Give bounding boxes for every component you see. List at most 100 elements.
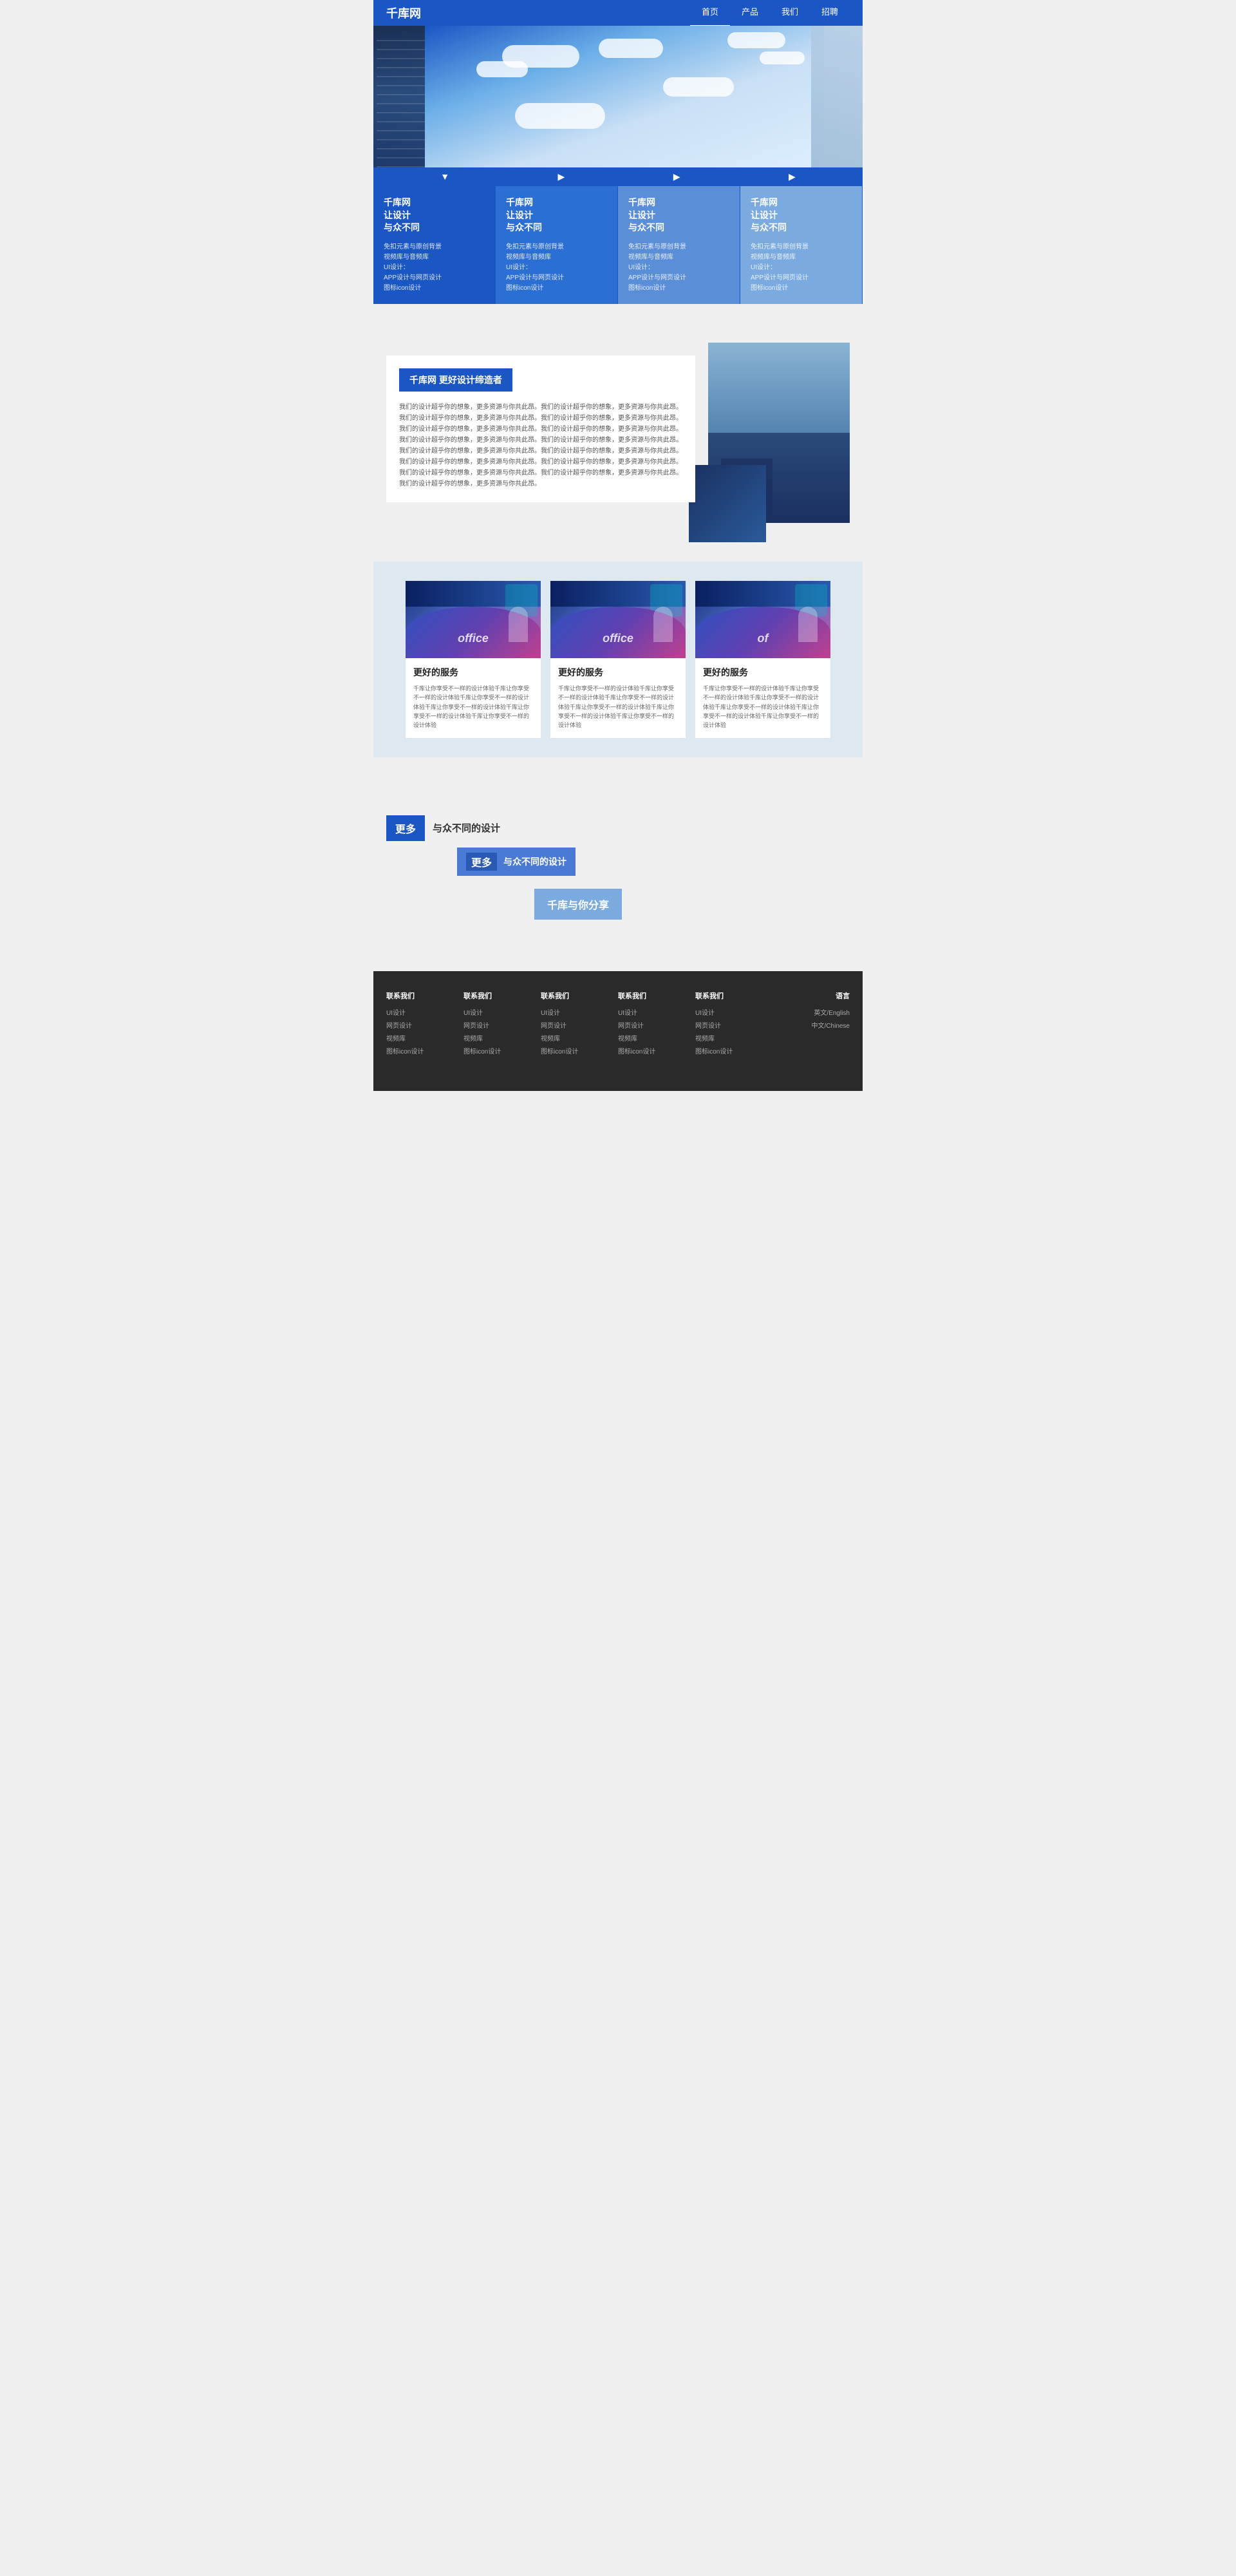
footer-col-4: 联系我们 UI设计 网页设计 视频库 图标icon设计 (618, 990, 695, 1059)
services-grid: office 更好的服务 千库让你享受不一样的设计体验千库让你享受不一样的设计体… (386, 581, 850, 738)
more-row-3-wrapper: 千库与你分享 (457, 889, 850, 920)
service-card-3: of 更好的服务 千库让你享受不一样的设计体验千库让你享受不一样的设计体验千库让… (695, 581, 830, 738)
service-card-2-image: office (550, 581, 686, 658)
arrow-4: ▶ (789, 171, 796, 182)
about-text-area: 千库网 更好设计缔造者 我们的设计超乎你的想象，更多资源与你共此昂。我们的设计超… (386, 355, 695, 502)
feature-card-2-title: 千库网 让设计 与众不同 (506, 196, 607, 234)
arrow-1: ▼ (440, 171, 449, 182)
footer-col-2-item-2: 网页设计 (464, 1020, 541, 1033)
service-card-1-title: 更好的服务 (413, 666, 533, 679)
footer-col-3-title: 联系我们 (541, 990, 618, 1001)
footer-col-4-title: 联系我们 (618, 990, 695, 1001)
more-row-1: 更多 与众不同的设计 (386, 815, 850, 841)
footer-col-5-item-3: 视频库 (695, 1033, 772, 1046)
footer-col-3-item-3: 视频库 (541, 1033, 618, 1046)
footer-col-1-item-2: 网页设计 (386, 1020, 464, 1033)
more-row-1-label: 更多 (386, 815, 425, 841)
feature-card-3-title: 千库网 让设计 与众不同 (628, 196, 729, 234)
about-image-corner (689, 465, 766, 542)
hero-cloud-7 (515, 103, 605, 129)
navbar: 千库网 首页 产品 我们 招聘 (373, 0, 863, 26)
feature-card-4-desc: 免扣元素与原创背景 视频库与音频库 UI设计： APP设计与网页设计 图标ico… (751, 242, 852, 294)
hero-cloud-3 (599, 39, 663, 58)
nav-links: 首页 产品 我们 招聘 (690, 0, 850, 27)
feature-card-1-desc: 免扣元素与原创背景 视频库与音频库 UI设计： APP设计与网页设计 图标ico… (384, 242, 485, 294)
spacer-1 (373, 304, 863, 330)
feature-card-1-title: 千库网 让设计 与众不同 (384, 196, 485, 234)
footer-col-3-item-2: 网页设计 (541, 1020, 618, 1033)
feature-card-3-desc: 免扣元素与原创背景 视频库与音频库 UI设计： APP设计与网页设计 图标ico… (628, 242, 729, 294)
footer: 联系我们 UI设计 网页设计 视频库 图标icon设计 联系我们 UI设计 网页… (373, 971, 863, 1091)
service-card-3-body: 更好的服务 千库让你享受不一样的设计体验千库让你享受不一样的设计体验千库让你享受… (695, 658, 830, 738)
feature-card-4: 千库网 让设计 与众不同 免扣元素与原创背景 视频库与音频库 UI设计： APP… (740, 186, 863, 304)
footer-col-2-item-4: 图标icon设计 (464, 1046, 541, 1059)
footer-col-5-item-1: UI设计 (695, 1007, 772, 1020)
footer-lang-title: 语言 (772, 990, 850, 1001)
feature-card-2: 千库网 让设计 与众不同 免扣元素与原创背景 视频库与音频库 UI设计： APP… (496, 186, 618, 304)
footer-col-2: 联系我们 UI设计 网页设计 视频库 图标icon设计 (464, 990, 541, 1059)
hero-building-right (811, 26, 863, 167)
footer-col-1-item-1: UI设计 (386, 1007, 464, 1020)
feature-card-3: 千库网 让设计 与众不同 免扣元素与原创背景 视频库与音频库 UI设计： APP… (618, 186, 740, 304)
feature-arrows: ▼ ▶ ▶ ▶ (373, 167, 863, 186)
more-row-3-text: 千库与你分享 (547, 896, 609, 912)
footer-col-5-title: 联系我们 (695, 990, 772, 1001)
spacer-2 (373, 549, 863, 562)
more-section: 更多 与众不同的设计 更多 与众不同的设计 千库与你分享 (373, 783, 863, 952)
footer-col-3-item-1: UI设计 (541, 1007, 618, 1020)
footer-col-3: 联系我们 UI设计 网页设计 视频库 图标icon设计 (541, 990, 618, 1059)
service-card-1-desc: 千库让你享受不一样的设计体验千库让你享受不一样的设计体验千库让你享受不一样的设计… (413, 684, 533, 730)
footer-col-2-title: 联系我们 (464, 990, 541, 1001)
nav-products[interactable]: 产品 (730, 0, 770, 27)
nav-home[interactable]: 首页 (690, 0, 730, 27)
more-row-2-text: 与众不同的设计 (503, 855, 566, 868)
footer-col-5: 联系我们 UI设计 网页设计 视频库 图标icon设计 (695, 990, 772, 1059)
more-row-3: 千库与你分享 (534, 889, 622, 920)
feature-cards: 千库网 让设计 与众不同 免扣元素与原创背景 视频库与音频库 UI设计： APP… (373, 186, 863, 304)
more-row-1-text: 与众不同的设计 (433, 821, 500, 835)
more-row-2-wrapper: 更多 与众不同的设计 (418, 848, 850, 882)
footer-lang-english[interactable]: 英文/English (772, 1007, 850, 1020)
footer-col-1-item-3: 视频库 (386, 1033, 464, 1046)
footer-col-4-item-3: 视频库 (618, 1033, 695, 1046)
hero-banner (373, 26, 863, 167)
footer-col-5-item-4: 图标icon设计 (695, 1046, 772, 1059)
feature-card-4-title: 千库网 让设计 与众不同 (751, 196, 852, 234)
hero-cloud-2 (476, 61, 528, 77)
footer-col-4-item-2: 网页设计 (618, 1020, 695, 1033)
footer-col-4-item-1: UI设计 (618, 1007, 695, 1020)
feature-card-1: 千库网 让设计 与众不同 免扣元素与原创背景 视频库与音频库 UI设计： APP… (373, 186, 496, 304)
footer-col-1: 联系我们 UI设计 网页设计 视频库 图标icon设计 (386, 990, 464, 1059)
more-row-2-label: 更多 (466, 853, 497, 871)
spacer-4 (373, 952, 863, 971)
nav-recruit[interactable]: 招聘 (810, 0, 850, 27)
footer-top: 联系我们 UI设计 网页设计 视频库 图标icon设计 联系我们 UI设计 网页… (386, 990, 850, 1072)
footer-col-4-item-4: 图标icon设计 (618, 1046, 695, 1059)
service-card-2-body: 更好的服务 千库让你享受不一样的设计体验千库让你享受不一样的设计体验千库让你享受… (550, 658, 686, 738)
service-card-1-office: office (458, 632, 489, 645)
footer-lang-col: 语言 英文/English 中文/Chinese (772, 990, 850, 1059)
nav-about[interactable]: 我们 (770, 0, 810, 27)
arrow-3: ▶ (673, 171, 680, 182)
footer-col-3-item-4: 图标icon设计 (541, 1046, 618, 1059)
service-card-3-desc: 千库让你享受不一样的设计体验千库让你享受不一样的设计体验千库让你享受不一样的设计… (703, 684, 823, 730)
feature-section: ▼ ▶ ▶ ▶ 千库网 让设计 与众不同 免扣元素与原创背景 视频库与音频库 U… (373, 167, 863, 304)
footer-col-2-item-1: UI设计 (464, 1007, 541, 1020)
footer-col-2-item-3: 视频库 (464, 1033, 541, 1046)
service-card-1-image: office (406, 581, 541, 658)
about-section: 千库网 更好设计缔造者 我们的设计超乎你的想象，更多资源与你共此昂。我们的设计超… (373, 330, 863, 549)
service-card-2-office: office (603, 632, 633, 645)
footer-col-1-item-4: 图标icon设计 (386, 1046, 464, 1059)
spacer-3 (373, 757, 863, 783)
hero-cloud-6 (663, 77, 734, 97)
service-card-3-office: of (758, 632, 769, 645)
hero-cloud-4 (727, 32, 785, 48)
footer-lang-chinese[interactable]: 中文/Chinese (772, 1020, 850, 1033)
services-section: office 更好的服务 千库让你享受不一样的设计体验千库让你享受不一样的设计体… (373, 562, 863, 757)
service-card-2-desc: 千库让你享受不一样的设计体验千库让你享受不一样的设计体验千库让你享受不一样的设计… (558, 684, 678, 730)
feature-card-2-desc: 免扣元素与原创背景 视频库与音频库 UI设计： APP设计与网页设计 图标ico… (506, 242, 607, 294)
service-card-3-image: of (695, 581, 830, 658)
service-card-1-body: 更好的服务 千库让你享受不一样的设计体验千库让你享受不一样的设计体验千库让你享受… (406, 658, 541, 738)
arrow-2: ▶ (558, 171, 565, 182)
service-card-2: office 更好的服务 千库让你享受不一样的设计体验千库让你享受不一样的设计体… (550, 581, 686, 738)
